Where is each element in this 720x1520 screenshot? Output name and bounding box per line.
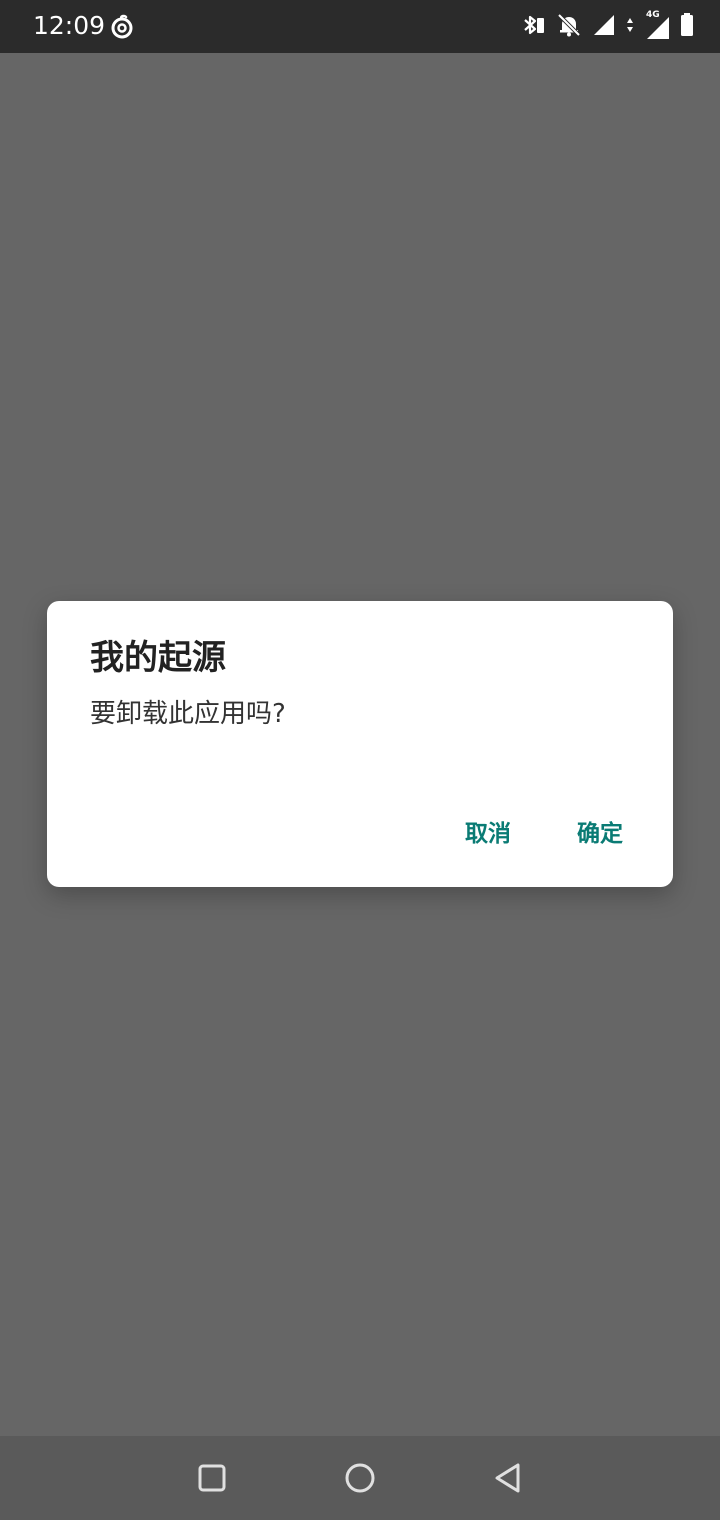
recents-icon bbox=[198, 1464, 226, 1492]
home-button[interactable] bbox=[340, 1458, 380, 1498]
network-type-label: 4G bbox=[646, 10, 660, 20]
dialog-message: 要卸载此应用吗? bbox=[90, 699, 286, 729]
status-icons: 4G bbox=[522, 10, 694, 42]
cancel-button[interactable]: 取消 bbox=[443, 814, 533, 854]
back-button[interactable] bbox=[488, 1458, 528, 1498]
battery-icon bbox=[680, 12, 694, 42]
dialog-title: 我的起源 bbox=[90, 638, 226, 678]
netease-cloud-music-icon bbox=[111, 14, 133, 39]
signal-4g-icon: 4G bbox=[644, 10, 670, 40]
status-bar: 12:09 4G bbox=[0, 0, 720, 53]
uninstall-dialog: 我的起源 要卸载此应用吗? 取消 确定 bbox=[47, 601, 673, 887]
navigation-bar bbox=[0, 1436, 720, 1520]
status-time: 12:09 bbox=[33, 11, 106, 40]
notifications-off-icon bbox=[556, 12, 582, 42]
signal-icon bbox=[592, 13, 616, 41]
back-icon bbox=[495, 1463, 520, 1493]
recents-button[interactable] bbox=[192, 1458, 232, 1498]
home-icon bbox=[345, 1463, 375, 1493]
bluetooth-icon bbox=[522, 12, 546, 42]
ok-button[interactable]: 确定 bbox=[555, 814, 645, 854]
data-arrows-icon bbox=[626, 15, 634, 39]
